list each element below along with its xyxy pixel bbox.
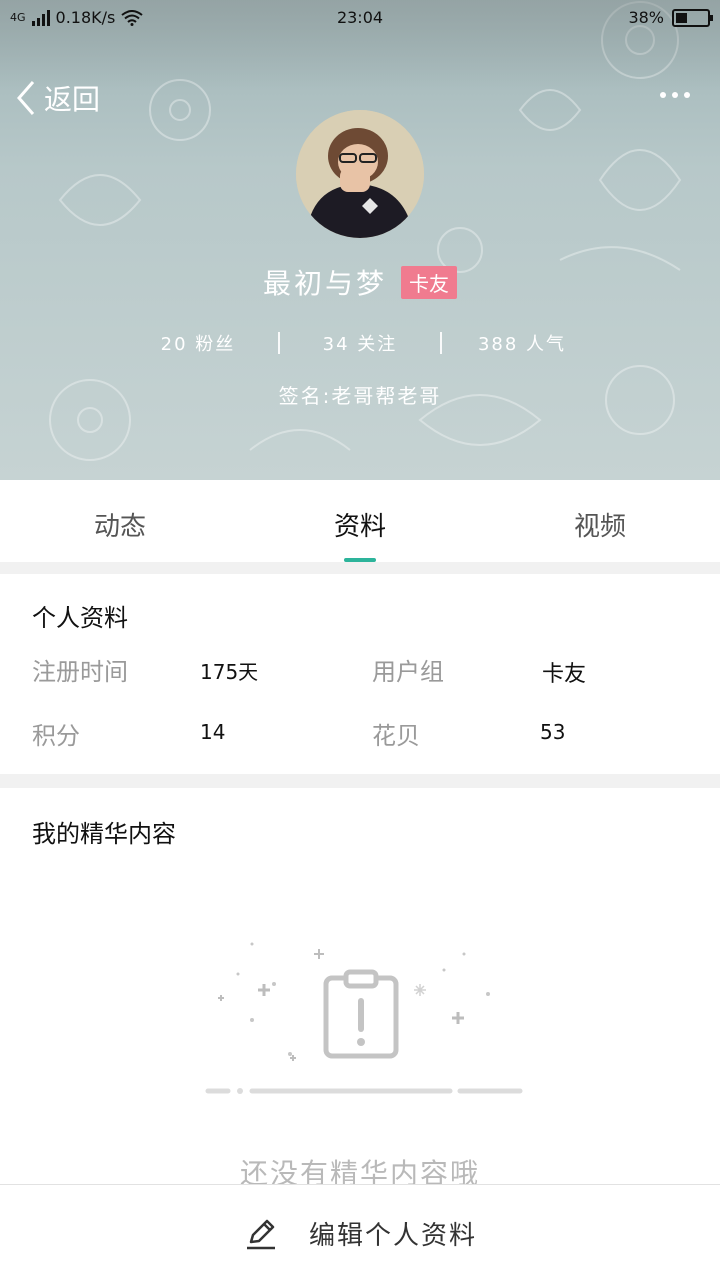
flower-label: 花贝	[372, 722, 420, 750]
edit-profile-button[interactable]: 编辑个人资料	[0, 1184, 720, 1281]
tab-label: 视频	[573, 512, 626, 542]
status-bar: 4G 0.18K/s 23:04 38%	[0, 0, 720, 36]
points-label: 积分	[32, 722, 80, 750]
points-value: 14	[200, 720, 226, 744]
following-count[interactable]: 34 关注	[280, 330, 440, 356]
more-options-button[interactable]	[660, 92, 690, 98]
avatar-image	[296, 110, 424, 238]
divider	[278, 332, 280, 354]
back-button[interactable]: 返回	[16, 78, 100, 118]
tab-profile[interactable]: 资料	[240, 480, 480, 562]
tab-video[interactable]: 视频	[480, 480, 720, 562]
user-badge: 卡友	[401, 265, 457, 299]
more-dot-icon	[684, 92, 690, 98]
more-dot-icon	[672, 92, 678, 98]
more-dot-icon	[660, 92, 666, 98]
featured-section-title: 我的精华内容	[32, 820, 176, 848]
section-divider	[0, 774, 720, 788]
chevron-left-icon	[17, 81, 35, 115]
profile-section-title: 个人资料	[32, 604, 128, 632]
user-group-value: 卡友	[542, 662, 587, 687]
followers-count[interactable]: 20 粉丝	[118, 330, 278, 356]
back-label: 返回	[44, 83, 101, 116]
popularity-count: 388 人气	[477, 334, 567, 355]
tab-label: 资料	[333, 512, 386, 542]
divider	[440, 332, 442, 354]
section-divider	[0, 562, 720, 574]
battery-level	[676, 12, 687, 23]
register-time-value: 175天	[200, 660, 259, 684]
edit-profile-label: 编辑个人资料	[308, 1220, 477, 1251]
avatar[interactable]	[296, 110, 424, 238]
flower-value: 53	[540, 720, 566, 744]
battery-icon	[672, 8, 713, 27]
battery-percent: 38%	[628, 8, 664, 27]
clock: 23:04	[336, 8, 384, 27]
pencil-icon	[246, 1219, 275, 1250]
stats-row: 20 粉丝 34 关注 388 人气	[0, 330, 720, 356]
tab-activity[interactable]: 动态	[0, 480, 240, 562]
username: 最初与梦	[262, 267, 387, 300]
register-time-label: 注册时间	[32, 658, 128, 686]
signature: 签名:老哥帮老哥	[278, 384, 442, 408]
user-group-label: 用户组	[372, 658, 444, 686]
tab-bar: 动态 资料 视频	[0, 480, 720, 563]
tab-label: 动态	[93, 512, 146, 542]
empty-clipboard-illustration	[205, 942, 523, 1094]
